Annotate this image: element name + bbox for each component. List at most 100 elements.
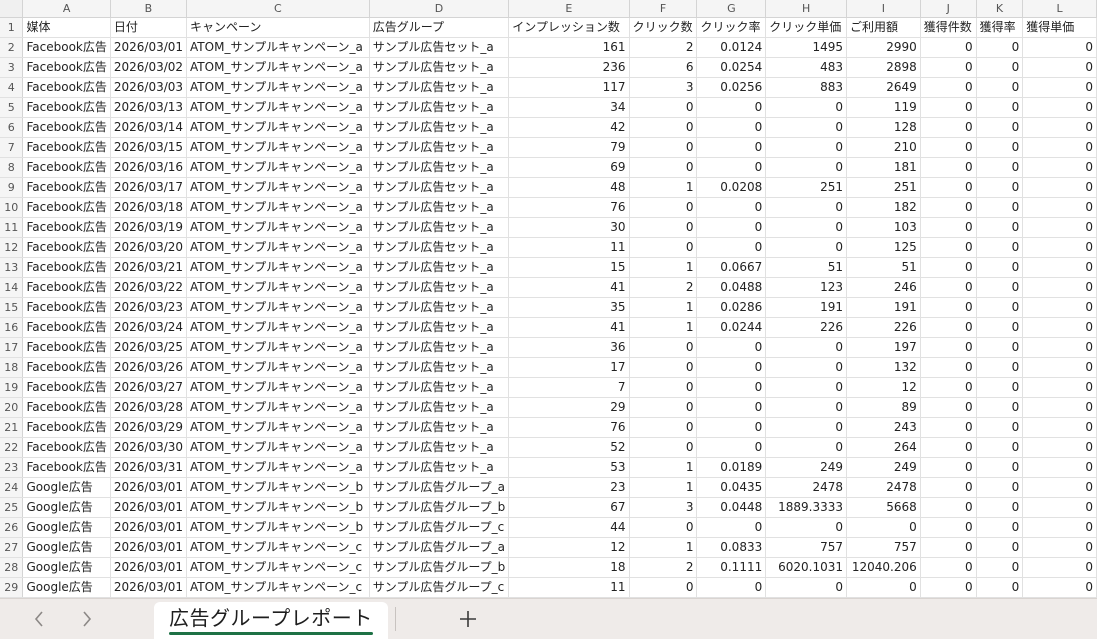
table-cell[interactable]: 0	[976, 137, 1024, 158]
table-cell[interactable]: 6	[629, 57, 698, 78]
table-cell[interactable]: ATOM_サンプルキャンペーン_a	[186, 137, 370, 158]
row-number[interactable]: 3	[0, 57, 24, 78]
table-cell[interactable]: 0	[629, 117, 698, 138]
table-cell[interactable]: 7	[508, 377, 630, 398]
table-cell[interactable]: 0	[920, 37, 977, 58]
table-cell[interactable]: 0	[765, 397, 848, 418]
table-cell[interactable]: 0	[765, 437, 848, 458]
table-cell[interactable]: 0	[765, 157, 848, 178]
table-cell[interactable]: 1	[629, 317, 698, 338]
table-cell[interactable]: 0	[920, 157, 977, 178]
table-cell[interactable]: Google広告	[22, 537, 111, 558]
table-cell[interactable]: 0	[696, 577, 767, 598]
column-letter[interactable]: F	[629, 0, 698, 18]
table-cell[interactable]: Facebook広告	[22, 157, 111, 178]
table-cell[interactable]: 0	[629, 217, 698, 238]
table-cell[interactable]: 2026/03/28	[110, 397, 188, 418]
table-cell[interactable]: 51	[765, 257, 848, 278]
table-cell[interactable]: 11	[508, 237, 630, 258]
table-cell[interactable]: 251	[846, 177, 921, 198]
table-cell[interactable]: 2026/03/01	[110, 517, 188, 538]
table-cell[interactable]: 2	[629, 277, 698, 298]
table-cell[interactable]: 0	[976, 37, 1024, 58]
table-cell[interactable]: 0	[846, 577, 921, 598]
table-cell[interactable]: 35	[508, 297, 630, 318]
table-cell[interactable]: ATOM_サンプルキャンペーン_a	[186, 457, 370, 478]
table-cell[interactable]: 0	[765, 577, 848, 598]
table-cell[interactable]: 0	[629, 137, 698, 158]
table-cell[interactable]: 41	[508, 277, 630, 298]
table-cell[interactable]: 2026/03/16	[110, 157, 188, 178]
table-cell[interactable]: 15	[508, 257, 630, 278]
table-cell[interactable]: 197	[846, 337, 921, 358]
table-cell[interactable]: 0	[696, 157, 767, 178]
table-cell[interactable]: 0.0254	[696, 57, 767, 78]
table-cell[interactable]: 0	[765, 357, 848, 378]
table-cell[interactable]: 0	[976, 397, 1024, 418]
row-number[interactable]: 29	[0, 577, 24, 598]
table-cell[interactable]: 0	[1022, 137, 1097, 158]
table-cell[interactable]: 0	[1022, 97, 1097, 118]
table-cell[interactable]: サンプル広告グループ_b	[369, 497, 510, 518]
table-cell[interactable]: 0	[976, 357, 1024, 378]
column-letter[interactable]: G	[696, 0, 767, 18]
chevron-right-icon[interactable]	[76, 608, 98, 630]
table-cell[interactable]: 0	[765, 217, 848, 238]
table-cell[interactable]: ATOM_サンプルキャンペーン_a	[186, 317, 370, 338]
table-cell[interactable]: 0	[976, 477, 1024, 498]
header-cell[interactable]: 獲得件数	[920, 17, 977, 38]
table-cell[interactable]: 0	[1022, 277, 1097, 298]
table-cell[interactable]: サンプル広告セット_a	[369, 277, 510, 298]
table-cell[interactable]: 48	[508, 177, 630, 198]
column-letter[interactable]: B	[110, 0, 188, 18]
row-number[interactable]: 27	[0, 537, 24, 558]
table-cell[interactable]: 11	[508, 577, 630, 598]
table-cell[interactable]: 0	[976, 537, 1024, 558]
table-cell[interactable]: Facebook広告	[22, 37, 111, 58]
row-number[interactable]: 23	[0, 457, 24, 478]
row-number[interactable]: 14	[0, 277, 24, 298]
table-cell[interactable]: 0	[629, 517, 698, 538]
table-cell[interactable]: 2026/03/31	[110, 457, 188, 478]
table-cell[interactable]: 0.0256	[696, 77, 767, 98]
table-cell[interactable]: 0	[976, 317, 1024, 338]
table-cell[interactable]: 0	[696, 437, 767, 458]
header-cell[interactable]: インプレッション数	[508, 17, 630, 38]
column-letter[interactable]: E	[508, 0, 630, 18]
table-cell[interactable]: 264	[846, 437, 921, 458]
row-number[interactable]: 1	[0, 17, 24, 38]
table-cell[interactable]: Facebook広告	[22, 377, 111, 398]
table-cell[interactable]: Facebook広告	[22, 197, 111, 218]
table-cell[interactable]: 0	[629, 437, 698, 458]
select-all-corner[interactable]	[0, 0, 24, 18]
table-cell[interactable]: 0	[1022, 77, 1097, 98]
table-cell[interactable]: 0	[920, 57, 977, 78]
table-cell[interactable]: 128	[846, 117, 921, 138]
row-number[interactable]: 22	[0, 437, 24, 458]
table-cell[interactable]: 18	[508, 557, 630, 578]
table-cell[interactable]: ATOM_サンプルキャンペーン_a	[186, 417, 370, 438]
table-cell[interactable]: 0	[696, 377, 767, 398]
table-cell[interactable]: 42	[508, 117, 630, 138]
header-cell[interactable]: クリック単価	[765, 17, 848, 38]
table-cell[interactable]: サンプル広告グループ_b	[369, 557, 510, 578]
table-cell[interactable]: ATOM_サンプルキャンペーン_a	[186, 237, 370, 258]
table-cell[interactable]: 0	[765, 197, 848, 218]
table-cell[interactable]: ATOM_サンプルキャンペーン_a	[186, 97, 370, 118]
table-cell[interactable]: 0	[1022, 437, 1097, 458]
table-cell[interactable]: 0.0208	[696, 177, 767, 198]
table-cell[interactable]: 2478	[765, 477, 848, 498]
table-cell[interactable]: ATOM_サンプルキャンペーン_b	[186, 497, 370, 518]
table-cell[interactable]: 0	[1022, 177, 1097, 198]
table-cell[interactable]: 0.0667	[696, 257, 767, 278]
table-cell[interactable]: 2026/03/17	[110, 177, 188, 198]
row-number[interactable]: 4	[0, 77, 24, 98]
row-number[interactable]: 5	[0, 97, 24, 118]
table-cell[interactable]: Google広告	[22, 557, 111, 578]
table-cell[interactable]: 0	[976, 77, 1024, 98]
table-cell[interactable]: サンプル広告グループ_c	[369, 577, 510, 598]
table-cell[interactable]: Facebook広告	[22, 177, 111, 198]
table-cell[interactable]: Facebook広告	[22, 217, 111, 238]
table-cell[interactable]: 161	[508, 37, 630, 58]
table-cell[interactable]: サンプル広告セット_a	[369, 217, 510, 238]
